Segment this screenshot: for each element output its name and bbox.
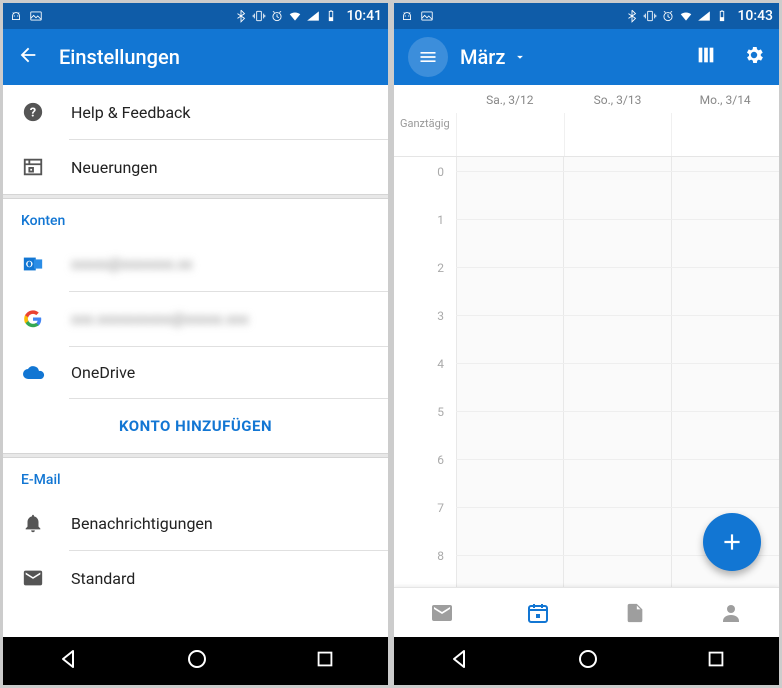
bluetooth-icon bbox=[234, 9, 248, 23]
day-header-row: Sa., 3/12 So., 3/13 Mo., 3/14 bbox=[394, 85, 779, 113]
add-account-button[interactable]: KONTO HINZUFÜGEN bbox=[3, 399, 388, 453]
app-bar: März bbox=[394, 29, 779, 85]
hour-label: 3 bbox=[394, 309, 450, 323]
hour-label: 5 bbox=[394, 405, 450, 419]
settings-item-help[interactable]: ? Help & Feedback bbox=[3, 85, 388, 139]
settings-screen: 10:41 Einstellungen ? Help & Feedback Ne… bbox=[3, 3, 388, 685]
account-item-onedrive[interactable]: OneDrive bbox=[3, 347, 388, 398]
battery-icon bbox=[324, 9, 338, 23]
tab-calendar[interactable] bbox=[524, 599, 552, 627]
allday-cell[interactable] bbox=[456, 113, 564, 156]
hour-label: 2 bbox=[394, 261, 450, 275]
view-mode-icon[interactable] bbox=[695, 44, 717, 70]
wifi-icon bbox=[679, 9, 693, 23]
calendar-content: Sa., 3/12 So., 3/13 Mo., 3/14 Ganztägig … bbox=[394, 85, 779, 637]
bell-icon bbox=[21, 512, 45, 534]
account-item-google[interactable]: xxx.xxxxxxxxxx@xxxxx.xxx bbox=[3, 292, 388, 346]
section-header-email: E-Mail bbox=[3, 458, 388, 496]
hour-label: 6 bbox=[394, 453, 450, 467]
month-selector[interactable]: März bbox=[460, 45, 527, 69]
onedrive-icon bbox=[21, 365, 45, 381]
tab-mail[interactable] bbox=[428, 599, 456, 627]
status-bar: 10:41 bbox=[3, 3, 388, 29]
settings-content: ? Help & Feedback Neuerungen Konten xxxx… bbox=[3, 85, 388, 637]
android-head-icon bbox=[400, 9, 414, 23]
allday-cell[interactable] bbox=[671, 113, 779, 156]
allday-row: Ganztägig bbox=[394, 113, 779, 157]
day-header[interactable]: Sa., 3/12 bbox=[456, 93, 564, 107]
account-label: OneDrive bbox=[71, 363, 370, 382]
news-icon bbox=[21, 156, 45, 178]
back-icon[interactable] bbox=[17, 44, 39, 70]
calendar-screen: 10:43 März Sa., 3/12 So., 3/13 Mo., 3/14… bbox=[394, 3, 779, 685]
vibrate-icon bbox=[643, 9, 657, 23]
allday-cell[interactable] bbox=[564, 113, 672, 156]
settings-item-neuerungen[interactable]: Neuerungen bbox=[3, 140, 388, 194]
svg-text:?: ? bbox=[30, 106, 36, 121]
signal-icon bbox=[306, 9, 320, 23]
allday-label: Ganztägig bbox=[394, 113, 456, 156]
day-header[interactable]: So., 3/13 bbox=[564, 93, 672, 107]
app-bar: Einstellungen bbox=[3, 29, 388, 85]
vibrate-icon bbox=[252, 9, 266, 23]
hour-label: 7 bbox=[394, 501, 450, 515]
settings-item-label: Neuerungen bbox=[71, 158, 370, 177]
month-label: März bbox=[460, 45, 505, 69]
account-item-outlook[interactable]: xxxxx@xxxxxxx.xx bbox=[3, 237, 388, 291]
settings-item-label: Benachrichtigungen bbox=[71, 514, 370, 533]
section-header-accounts: Konten bbox=[3, 199, 388, 237]
account-email-blurred: xxxxx@xxxxxxx.xx bbox=[71, 255, 370, 273]
nav-recent-icon[interactable] bbox=[705, 648, 727, 674]
android-head-icon bbox=[9, 9, 23, 23]
add-event-fab[interactable] bbox=[703, 513, 761, 571]
nav-home-icon[interactable] bbox=[185, 647, 209, 675]
settings-item-notifications[interactable]: Benachrichtigungen bbox=[3, 496, 388, 550]
chevron-down-icon bbox=[513, 45, 527, 69]
settings-item-label: Help & Feedback bbox=[71, 103, 370, 122]
alarm-icon bbox=[270, 9, 284, 23]
google-icon bbox=[21, 308, 45, 330]
picture-icon bbox=[420, 9, 434, 23]
android-nav-bar bbox=[3, 637, 388, 685]
nav-back-icon[interactable] bbox=[56, 647, 80, 675]
account-email-blurred: xxx.xxxxxxxxxx@xxxxx.xxx bbox=[71, 310, 370, 328]
nav-home-icon[interactable] bbox=[576, 647, 600, 675]
android-nav-bar bbox=[394, 637, 779, 685]
status-time: 10:43 bbox=[737, 8, 773, 24]
hour-label: 0 bbox=[394, 165, 450, 179]
nav-back-icon[interactable] bbox=[447, 647, 471, 675]
signal-icon bbox=[697, 9, 711, 23]
nav-recent-icon[interactable] bbox=[314, 648, 336, 674]
picture-icon bbox=[29, 9, 43, 23]
status-time: 10:41 bbox=[346, 8, 382, 24]
hour-label: 4 bbox=[394, 357, 450, 371]
bluetooth-icon bbox=[625, 9, 639, 23]
status-bar: 10:43 bbox=[394, 3, 779, 29]
menu-icon[interactable] bbox=[408, 37, 448, 77]
wifi-icon bbox=[288, 9, 302, 23]
mail-icon bbox=[21, 567, 45, 589]
settings-item-label: Standard bbox=[71, 569, 370, 588]
hour-label: 1 bbox=[394, 213, 450, 227]
bottom-tab-bar bbox=[394, 587, 779, 637]
day-header[interactable]: Mo., 3/14 bbox=[671, 93, 779, 107]
outlook-icon bbox=[21, 253, 45, 275]
tab-files[interactable] bbox=[621, 599, 649, 627]
alarm-icon bbox=[661, 9, 675, 23]
battery-icon bbox=[715, 9, 729, 23]
hour-label: 8 bbox=[394, 549, 450, 563]
help-icon: ? bbox=[21, 101, 45, 123]
page-title: Einstellungen bbox=[59, 45, 180, 69]
gear-icon[interactable] bbox=[743, 44, 765, 70]
settings-item-standard[interactable]: Standard bbox=[3, 551, 388, 593]
tab-people[interactable] bbox=[717, 599, 745, 627]
